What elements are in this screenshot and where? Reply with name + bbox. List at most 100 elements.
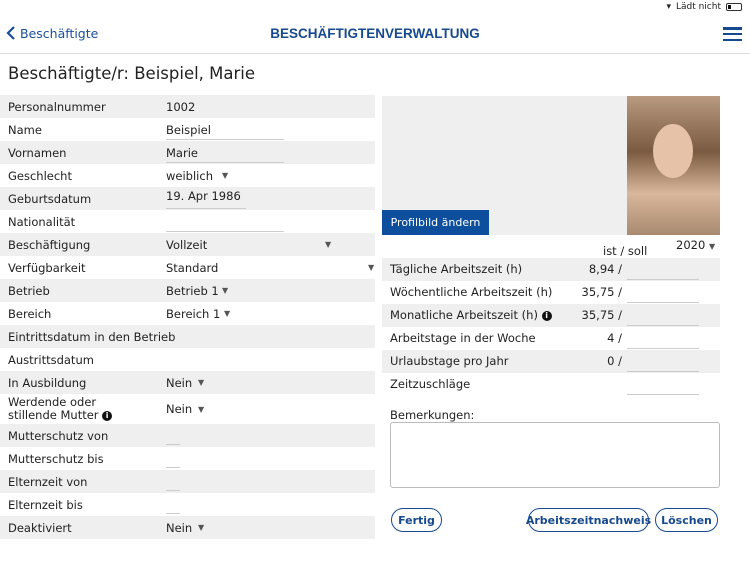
- form-row: Elternzeit von: [0, 470, 375, 493]
- dropdown-arrow-icon[interactable]: ▼: [325, 240, 331, 249]
- field-label: Nationalität: [8, 214, 76, 229]
- worktime-label: Monatliche Arbeitszeit (h) i: [390, 308, 552, 322]
- field-betrieb[interactable]: Betrieb 1: [166, 284, 219, 298]
- page-title: BESCHÄFTIGTENVERWALTUNG: [270, 26, 480, 41]
- form-row: Werdende oder stillende Mutter i Nein ▼: [0, 394, 375, 424]
- worktime-soll-input[interactable]: [627, 348, 699, 349]
- field-vornamen[interactable]: Marie: [166, 146, 198, 160]
- form-row: Beschäftigung Vollzeit ▼: [0, 233, 375, 256]
- form-row: Personalnummer 1002: [0, 95, 375, 118]
- form-row: Geburtsdatum 19. Apr 1986: [0, 187, 375, 210]
- date-input-underline[interactable]: [166, 513, 180, 514]
- field-underline: [166, 162, 284, 163]
- field-label: Mutterschutz von: [8, 428, 109, 443]
- done-button[interactable]: Fertig: [391, 508, 442, 532]
- remarks-label: Bemerkungen:: [390, 408, 475, 422]
- form-row: In Ausbildung Nein ▼: [0, 371, 375, 394]
- dropdown-arrow-icon[interactable]: ▼: [222, 286, 228, 295]
- employee-heading: Beschäftigte/r: Beispiel, Marie: [8, 64, 256, 83]
- dropdown-arrow-icon[interactable]: ▼: [368, 263, 374, 272]
- worktime-ist-value: 35,75 /: [581, 308, 622, 322]
- worktime-row: Monatliche Arbeitszeit (h) i 35,75 /: [382, 304, 720, 327]
- field-label: Name: [8, 122, 42, 137]
- worktime-label-text: Zeitzuschläge: [390, 377, 471, 391]
- field-geburtsdatum[interactable]: 19. Apr 1986: [166, 189, 241, 203]
- field-underline: [166, 231, 284, 232]
- field-name[interactable]: Beispiel: [166, 123, 211, 137]
- ist-soll-header: ist / soll: [603, 244, 648, 258]
- worktime-ist-value: 8,94 /: [588, 262, 622, 276]
- form-row: Nationalität: [0, 210, 375, 233]
- worktime-label-text: Monatliche Arbeitszeit (h): [390, 308, 538, 322]
- menu-icon[interactable]: [723, 27, 742, 41]
- remarks-input[interactable]: [390, 422, 720, 488]
- field-deaktiviert[interactable]: Nein: [166, 521, 192, 535]
- field-bereich[interactable]: Bereich 1: [166, 307, 220, 321]
- field-underline: [166, 208, 246, 209]
- worktime-soll-input[interactable]: [627, 325, 699, 326]
- worktime-ist-value: 35,75 /: [581, 285, 622, 299]
- field-label: Austrittsdatum: [8, 352, 94, 367]
- worktime-label: Urlaubstage pro Jahr: [390, 354, 508, 368]
- field-label: Personalnummer: [8, 99, 106, 114]
- field-beschäftigung[interactable]: Vollzeit: [166, 238, 207, 252]
- worktime-label-text: Arbeitstage in der Woche: [390, 331, 536, 345]
- field-label: Beschäftigung: [8, 237, 91, 252]
- wifi-icon: ▾: [666, 2, 671, 12]
- field-label: Geschlecht: [8, 168, 72, 183]
- dropdown-arrow-icon[interactable]: ▼: [198, 405, 204, 414]
- info-icon[interactable]: i: [102, 410, 113, 421]
- info-icon[interactable]: i: [541, 310, 552, 321]
- form-row: Bereich Bereich 1 ▼: [0, 302, 375, 325]
- field-label: Elternzeit von: [8, 474, 88, 489]
- dropdown-arrow-icon[interactable]: ▼: [222, 171, 228, 180]
- form-row: Deaktiviert Nein ▼: [0, 516, 375, 539]
- status-bar: ▾ Lädt nicht: [666, 2, 742, 12]
- field-in-ausbildung[interactable]: Nein: [166, 376, 192, 390]
- field-geschlecht[interactable]: weiblich: [166, 169, 213, 183]
- date-input-underline[interactable]: [166, 444, 180, 445]
- field-verfügbarkeit[interactable]: Standard: [166, 261, 218, 275]
- form-row: Geschlecht weiblich ▼: [0, 164, 375, 187]
- year-value: 2020: [676, 238, 706, 252]
- field-label: In Ausbildung: [8, 375, 87, 390]
- field-werdende-oder-stillende-mutter[interactable]: Nein: [166, 402, 192, 416]
- worktime-label-text: Urlaubstage pro Jahr: [390, 354, 509, 368]
- worktime-soll-input[interactable]: [627, 371, 699, 372]
- worktime-row: Tägliche Arbeitszeit (h) 8,94 /: [382, 258, 720, 281]
- dropdown-arrow-icon: ▼: [708, 242, 716, 251]
- field-label: Werdende oder stillende Mutter i: [8, 396, 148, 422]
- form-row: Mutterschutz von: [0, 424, 375, 447]
- worktime-proof-button[interactable]: Arbeitszeitnachweis: [526, 508, 651, 532]
- field-underline: [166, 139, 284, 140]
- field-label: Elternzeit bis: [8, 497, 83, 512]
- form-row: Austrittsdatum: [0, 348, 375, 371]
- worktime-soll-input[interactable]: [627, 279, 699, 280]
- worktime-soll-input[interactable]: [627, 394, 699, 395]
- dropdown-arrow-icon[interactable]: ▼: [198, 378, 204, 387]
- date-input-underline[interactable]: [166, 467, 180, 468]
- change-profile-picture-button[interactable]: Profilbild ändern: [382, 210, 489, 235]
- worktime-label: Zeitzuschläge: [390, 377, 470, 391]
- dropdown-arrow-icon[interactable]: ▼: [198, 523, 204, 532]
- nav-bar: Beschäftigte BESCHÄFTIGTENVERWALTUNG: [0, 20, 750, 54]
- field-personalnummer[interactable]: 1002: [166, 100, 195, 114]
- delete-button[interactable]: Löschen: [655, 508, 718, 532]
- worktime-ist-value: 4 /: [607, 331, 622, 345]
- worktime-soll-input[interactable]: [627, 302, 699, 303]
- field-label: Deaktiviert: [8, 520, 72, 535]
- worktime-ist-value: 0 /: [607, 354, 622, 368]
- field-label: Mutterschutz bis: [8, 451, 104, 466]
- worktime-row: Zeitzuschläge: [382, 373, 720, 396]
- field-label: Bereich: [8, 306, 52, 321]
- field-label: Betrieb: [8, 283, 50, 298]
- battery-icon: [726, 3, 742, 11]
- year-select[interactable]: 2020 ▼: [676, 238, 715, 252]
- form-row: Vornamen Marie: [0, 141, 375, 164]
- field-label: Verfügbarkeit: [8, 260, 86, 275]
- form-row: Betrieb Betrieb 1 ▼: [0, 279, 375, 302]
- charging-status: Lädt nicht: [675, 2, 721, 12]
- date-input-underline[interactable]: [166, 490, 180, 491]
- dropdown-arrow-icon[interactable]: ▼: [224, 309, 230, 318]
- field-label-text: Werdende oder stillende Mutter: [8, 395, 99, 422]
